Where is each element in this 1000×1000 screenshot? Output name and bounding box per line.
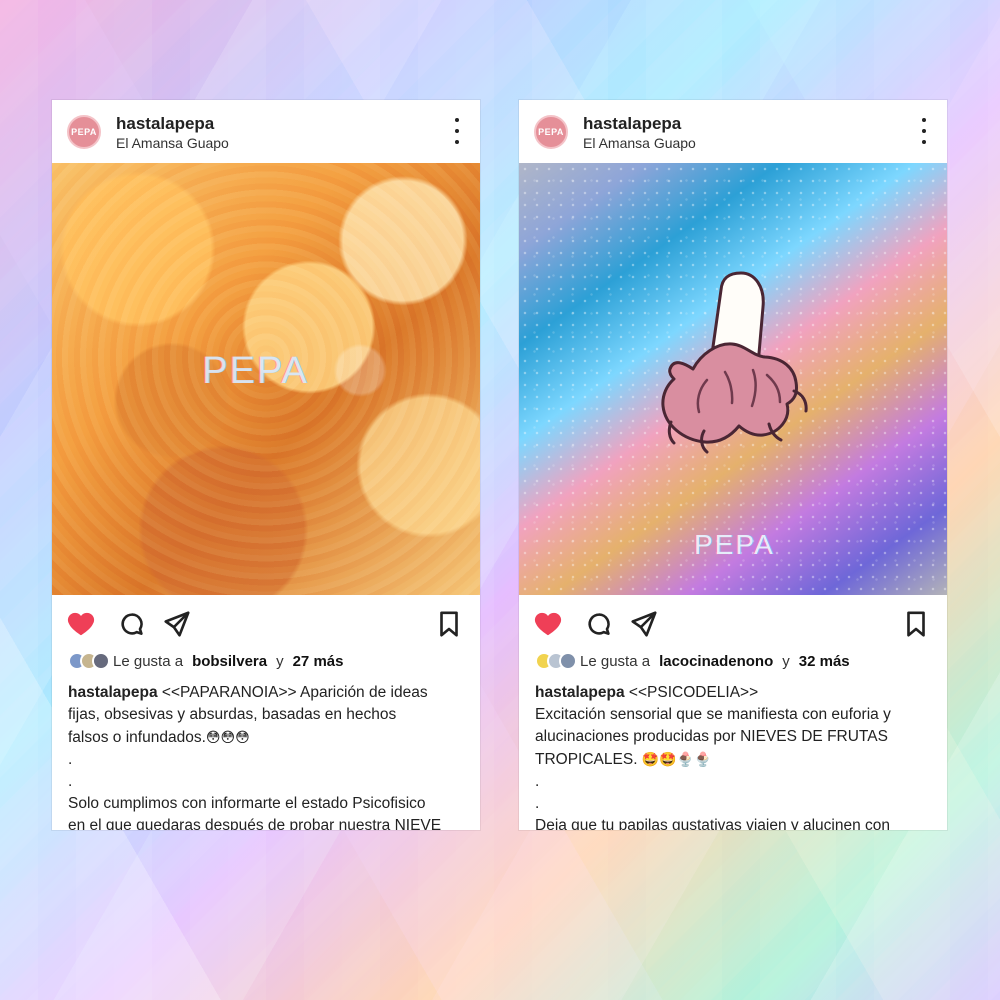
caption-line-4-right: TROPICALES. 🤩🤩🍨🍨 xyxy=(535,748,927,771)
share-icon[interactable] xyxy=(629,609,659,639)
comment-icon[interactable] xyxy=(584,609,614,639)
likes-middle-right: y xyxy=(782,652,790,670)
caption-text-3-left: falsos o infundados. xyxy=(68,729,206,746)
caption-text-1-left: <<PAPARANOIA>> Aparición de ideas xyxy=(161,684,428,701)
likes-count-left[interactable]: 27 más xyxy=(293,653,344,670)
profile-avatar-right[interactable]: PEPA xyxy=(534,115,568,149)
username-right[interactable]: hastalapepa xyxy=(583,114,681,134)
more-dot-icon xyxy=(455,140,459,144)
likes-row-left: Le gusta a bobsilvera y 27 más xyxy=(68,652,343,670)
more-icon-left[interactable] xyxy=(452,118,462,144)
share-icon[interactable] xyxy=(162,609,192,639)
liker-name-right[interactable]: lacocinadenono xyxy=(659,653,773,670)
caption-dot-2-right: . xyxy=(535,795,540,812)
caption-line-2-left: fijas, obsesivas y absurdas, basadas en … xyxy=(68,706,397,723)
more-dot-icon xyxy=(455,118,459,122)
caption-dot-1-left: . xyxy=(68,751,73,768)
liker-avatar[interactable] xyxy=(559,652,577,670)
more-dot-icon xyxy=(922,140,926,144)
heart-icon[interactable] xyxy=(533,609,563,639)
watermark-left: PEPA xyxy=(202,350,309,392)
caption-line-3-right: alucinaciones producidas por NIEVES DE F… xyxy=(535,728,888,745)
comment-icon[interactable] xyxy=(117,609,147,639)
post-card-left: PEPA hastalapepa El Amansa Guapo PEPA Le… xyxy=(52,100,480,830)
emoji-sequence-left: 😳😳😳 xyxy=(205,729,250,745)
likes-prefix-left: Le gusta a xyxy=(113,652,184,670)
more-dot-icon xyxy=(455,129,459,133)
caption-dot-1-right: . xyxy=(535,773,540,790)
more-dot-icon xyxy=(922,118,926,122)
post-actions-left xyxy=(52,595,480,651)
caption-user-left[interactable]: hastalapepa xyxy=(68,684,158,701)
emoji-sequence-right: 🤩🤩🍨🍨 xyxy=(641,751,712,767)
heart-icon[interactable] xyxy=(66,609,96,639)
caption-line-1-right: hastalapepa <<PSICODELIA>> xyxy=(535,682,927,704)
more-icon-right[interactable] xyxy=(919,118,929,144)
caption-line-4-left: Solo cumplimos con informarte el estado … xyxy=(68,795,426,812)
more-dot-icon xyxy=(922,129,926,133)
post-image-right[interactable]: PEPA xyxy=(519,163,947,595)
save-icon[interactable] xyxy=(434,609,464,639)
username-left[interactable]: hastalapepa xyxy=(116,114,214,134)
likes-prefix-right: Le gusta a xyxy=(580,652,651,670)
location-right[interactable]: El Amansa Guapo xyxy=(583,135,696,151)
likes-middle-left: y xyxy=(276,652,284,670)
caption-line-3-left: falsos o infundados.😳😳😳 xyxy=(68,726,460,749)
caption-line-5-left: en el que quedaras después de probar nue… xyxy=(68,817,442,830)
liker-avatars-right xyxy=(535,652,577,670)
location-left[interactable]: El Amansa Guapo xyxy=(116,135,229,151)
post-card-right: PEPA hastalapepa El Amansa Guapo PEPA Le… xyxy=(519,100,947,830)
liker-avatars-left xyxy=(68,652,110,670)
likes-row-right: Le gusta a lacocinadenono y 32 más xyxy=(535,652,850,670)
watermark-right: PEPA xyxy=(694,529,775,560)
caption-line-2-right: Excitación sensorial que se manifiesta c… xyxy=(535,706,891,723)
caption-line-5-right: Deja que tu papilas gustativas viajen y … xyxy=(535,817,891,830)
save-icon[interactable] xyxy=(901,609,931,639)
liker-name-left[interactable]: bobsilvera xyxy=(192,653,267,670)
post-header-left: PEPA hastalapepa El Amansa Guapo xyxy=(52,100,480,163)
caption-text-4-right: TROPICALES. xyxy=(535,751,638,768)
post-actions-right xyxy=(519,595,947,651)
likes-count-right[interactable]: 32 más xyxy=(799,653,850,670)
caption-dot-2-left: . xyxy=(68,773,73,790)
banana-icon xyxy=(661,271,808,454)
caption-right: hastalapepa <<PSICODELIA>> Excitación se… xyxy=(535,682,927,830)
post-image-left[interactable]: PEPA xyxy=(52,163,480,595)
caption-left: hastalapepa <<PAPARANOIA>> Aparición de … xyxy=(68,682,460,830)
post-header-right: PEPA hastalapepa El Amansa Guapo xyxy=(519,100,947,163)
profile-avatar-left[interactable]: PEPA xyxy=(67,115,101,149)
liker-avatar[interactable] xyxy=(92,652,110,670)
caption-text-1-right: <<PSICODELIA>> xyxy=(628,684,759,701)
background-canvas: PEPA hastalapepa El Amansa Guapo PEPA Le… xyxy=(0,0,1000,1000)
caption-user-right[interactable]: hastalapepa xyxy=(535,684,625,701)
caption-line-1-left: hastalapepa <<PAPARANOIA>> Aparición de … xyxy=(68,682,460,704)
